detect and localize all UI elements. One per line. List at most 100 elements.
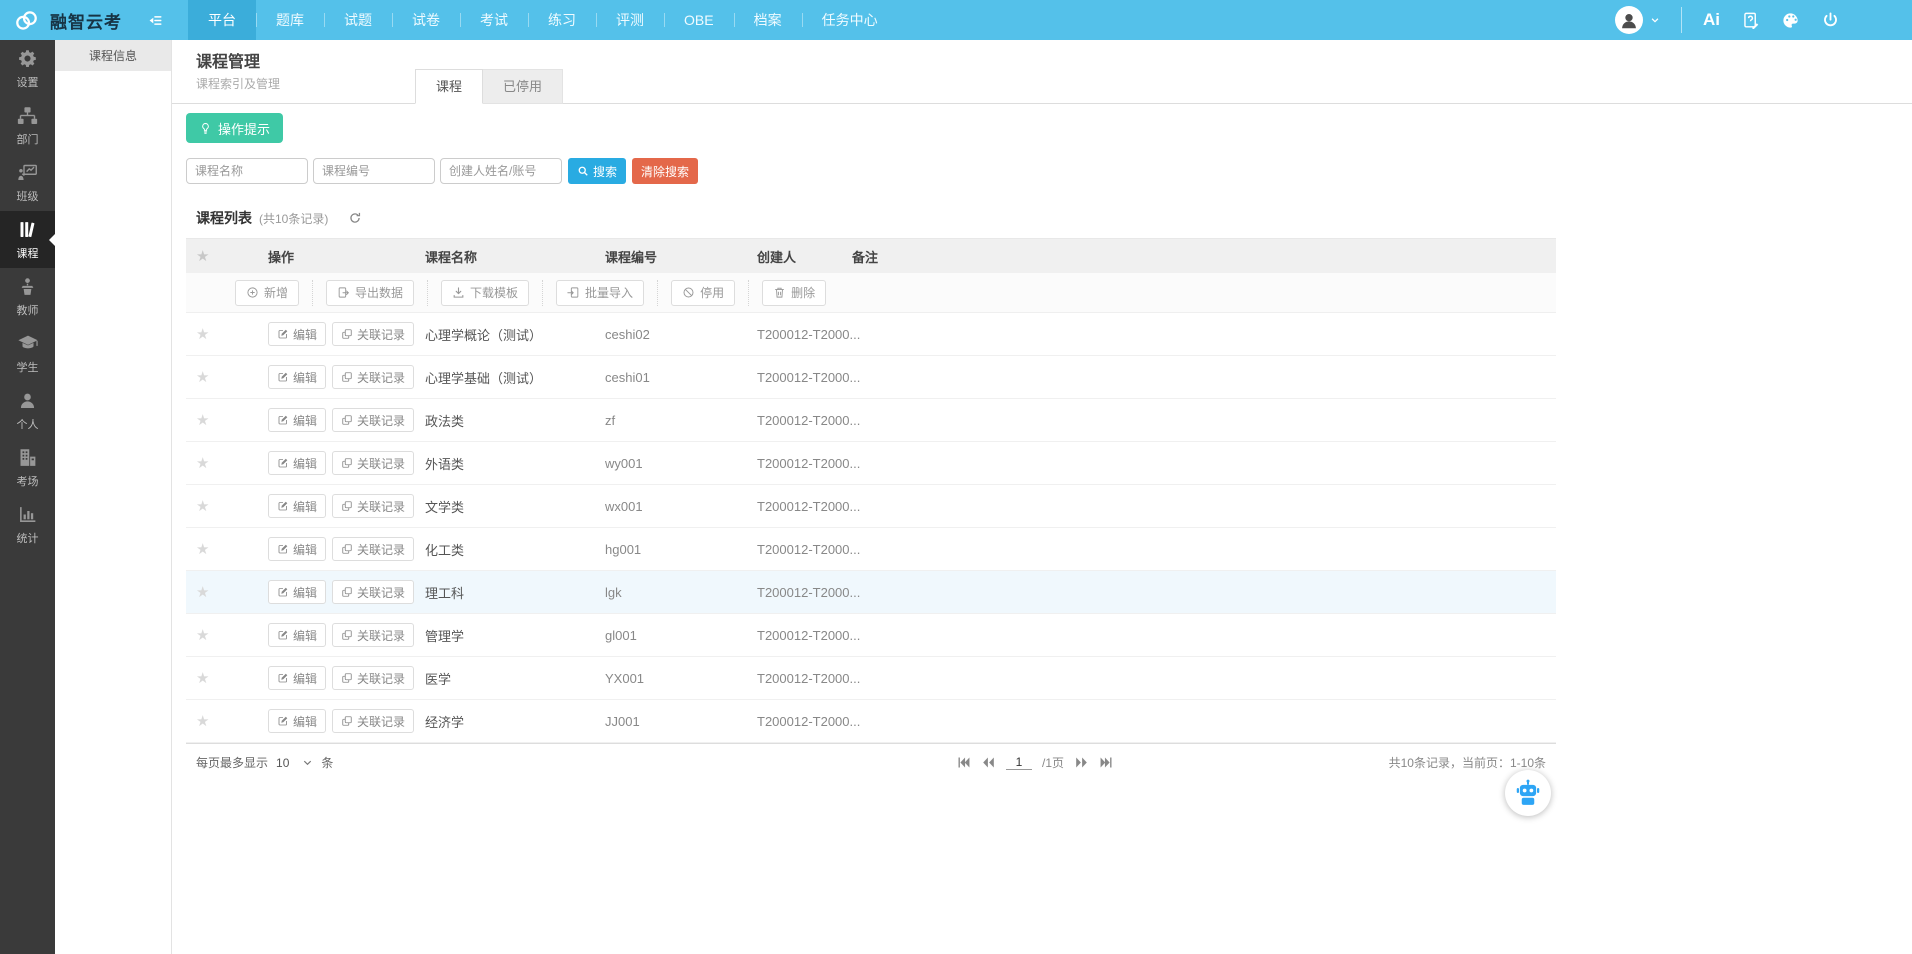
edit-button[interactable]: 编辑 [268,709,326,733]
nav-item-archives[interactable]: 档案 [734,0,802,40]
course-creator: T200012-T2000... [757,499,852,514]
nav-item-question-bank[interactable]: 题库 [256,0,324,40]
star-icon[interactable]: ★ [186,497,268,515]
theme-palette-icon[interactable] [1781,11,1800,30]
star-icon[interactable]: ★ [186,669,268,687]
subsidebar-item-course-info[interactable]: 课程信息 [55,40,171,71]
tab-courses[interactable]: 课程 [415,69,483,104]
edit-button[interactable]: 编辑 [268,580,326,604]
star-icon[interactable]: ★ [186,626,268,644]
prev-page-icon[interactable] [981,755,996,770]
course-code-input[interactable] [313,158,435,184]
nav-item-exams[interactable]: 考试 [460,0,528,40]
course-name: 心理学基础（测试） [425,368,605,387]
star-icon[interactable]: ★ [186,540,268,558]
nav-item-platform[interactable]: 平台 [188,0,256,40]
bar-chart-icon [17,504,38,525]
edit-button[interactable]: 编辑 [268,408,326,432]
topbar-divider [1681,7,1682,33]
ai-assistant-button[interactable]: Ai [1703,10,1720,30]
user-menu[interactable] [1615,6,1660,34]
nav-item-questions[interactable]: 试题 [324,0,392,40]
nav-item-obe[interactable]: OBE [664,0,734,40]
star-icon[interactable]: ★ [186,583,268,601]
star-icon[interactable]: ★ [186,325,268,343]
export-data-button[interactable]: 导出数据 [326,280,414,306]
export-doc-icon [337,286,350,299]
sidebar-item-personal[interactable]: 个人 [0,382,55,439]
edit-button[interactable]: 编辑 [268,494,326,518]
refresh-icon[interactable] [348,211,362,225]
add-button[interactable]: 新增 [235,280,299,306]
table-row: ★ 编辑关联记录 化工类 hg001 T200012-T2000... [186,528,1556,571]
avatar[interactable] [1615,6,1643,34]
related-records-button[interactable]: 关联记录 [332,580,414,604]
sidebar-item-classes[interactable]: 班级 [0,154,55,211]
star-icon[interactable]: ★ [186,368,268,386]
disable-button[interactable]: 停用 [671,280,735,306]
related-records-button[interactable]: 关联记录 [332,322,414,346]
star-icon[interactable]: ★ [186,454,268,472]
clear-search-button[interactable]: 清除搜索 [632,158,698,184]
course-name: 医学 [425,669,605,688]
course-name-input[interactable] [186,158,308,184]
star-icon[interactable]: ★ [186,712,268,730]
edit-icon [277,715,289,727]
page-size-select[interactable]: 10 [276,756,313,770]
sidebar-item-exam-rooms[interactable]: 考场 [0,439,55,496]
left-sidebar: 设置 部门 班级 课程 教师 学生 个人 考场 统计 [0,40,55,954]
course-creator: T200012-T2000... [757,327,852,342]
last-page-icon[interactable] [1099,755,1114,770]
edit-button[interactable]: 编辑 [268,666,326,690]
nav-item-papers[interactable]: 试卷 [392,0,460,40]
related-records-button[interactable]: 关联记录 [332,623,414,647]
star-icon[interactable]: ★ [186,411,268,429]
batch-import-button[interactable]: 批量导入 [556,280,644,306]
page-number-input[interactable] [1006,755,1032,770]
creator-input[interactable] [440,158,562,184]
related-records-button[interactable]: 关联记录 [332,365,414,389]
page-subtitle: 课程索引及管理 [196,75,280,92]
edit-button[interactable]: 编辑 [268,451,326,475]
sidebar-item-statistics[interactable]: 统计 [0,496,55,553]
tab-disabled[interactable]: 已停用 [483,69,563,104]
first-page-icon[interactable] [956,755,971,770]
star-column-header: ★ [186,247,268,265]
nav-item-evaluation[interactable]: 评测 [596,0,664,40]
edit-button[interactable]: 编辑 [268,537,326,561]
sidebar-item-settings[interactable]: 设置 [0,40,55,97]
sidebar-item-teachers[interactable]: 教师 [0,268,55,325]
copy-icon [341,715,353,727]
download-icon [452,286,465,299]
course-code: ceshi01 [605,370,757,385]
sidebar-item-students[interactable]: 学生 [0,325,55,382]
nav-item-practice[interactable]: 练习 [528,0,596,40]
related-records-button[interactable]: 关联记录 [332,666,414,690]
robot-assistant-button[interactable] [1505,770,1551,816]
related-records-button[interactable]: 关联记录 [332,494,414,518]
related-records-button[interactable]: 关联记录 [332,709,414,733]
related-records-button[interactable]: 关联记录 [332,537,414,561]
delete-button[interactable]: 删除 [762,280,826,306]
top-bar: 融智云考 平台 题库 试题 试卷 考试 练习 评测 OBE 档案 任务中心 Ai [0,0,1912,40]
download-template-button[interactable]: 下载模板 [441,280,529,306]
person-icon [17,390,38,411]
org-chart-icon [17,105,38,126]
topbar-right: Ai [1615,0,1912,40]
collapse-menu-icon[interactable] [138,0,172,40]
next-page-icon[interactable] [1074,755,1089,770]
sidebar-item-courses[interactable]: 课程 [0,211,55,268]
sidebar-item-departments[interactable]: 部门 [0,97,55,154]
operation-tips-button[interactable]: 操作提示 [186,113,283,143]
logout-power-icon[interactable] [1821,11,1840,30]
course-name: 理工科 [425,583,605,602]
edit-button[interactable]: 编辑 [268,365,326,389]
related-records-button[interactable]: 关联记录 [332,408,414,432]
related-records-button[interactable]: 关联记录 [332,451,414,475]
help-doc-icon[interactable] [1741,11,1760,30]
edit-button[interactable]: 编辑 [268,322,326,346]
course-creator: T200012-T2000... [757,413,852,428]
edit-button[interactable]: 编辑 [268,623,326,647]
nav-item-task-center[interactable]: 任务中心 [802,0,898,40]
search-button[interactable]: 搜索 [568,158,626,184]
